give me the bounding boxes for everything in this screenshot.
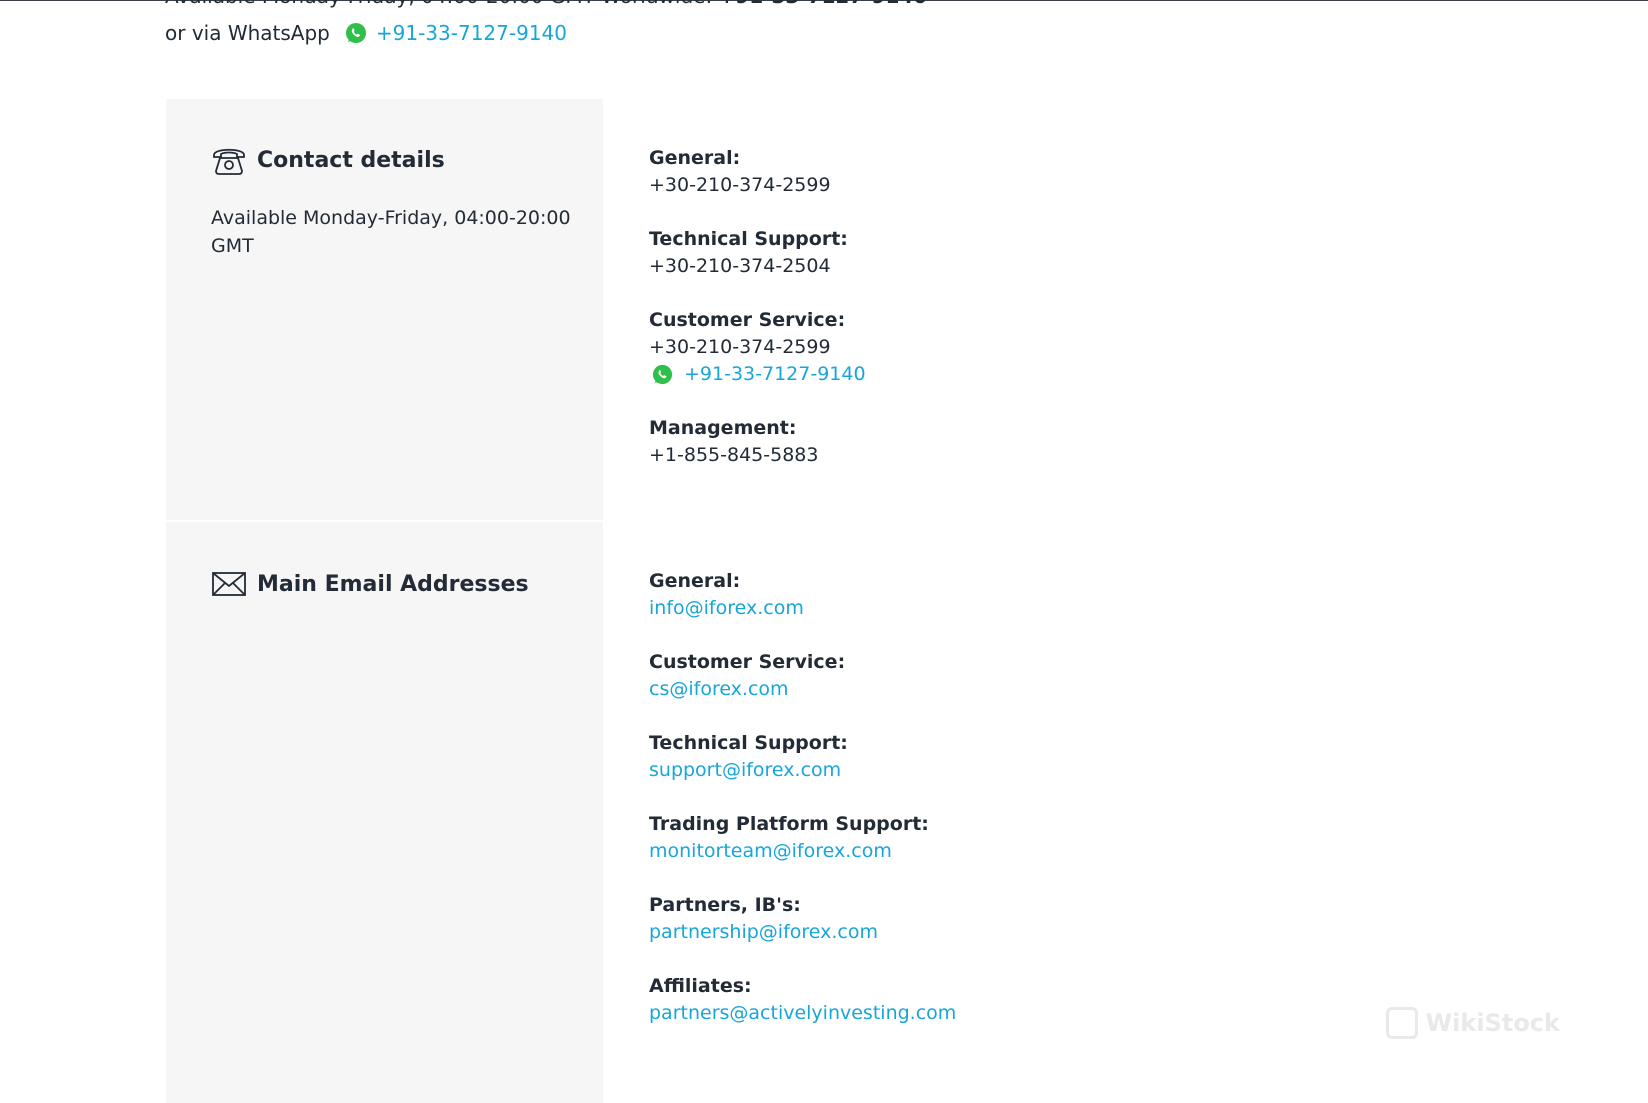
email-link-general[interactable]: info@iforex.com [649, 595, 1349, 622]
email-entry-partners: Partners, IB's: partnership@iforex.com [649, 892, 1349, 946]
intro-whatsapp-line: or via WhatsApp +91-33-7127-9140 [165, 20, 567, 46]
contact-availability: Available Monday-Friday, 04:00-20:00 GMT [211, 207, 571, 257]
email-link-customer-service[interactable]: cs@iforex.com [649, 676, 1349, 703]
email-entry-technical-support: Technical Support: support@iforex.com [649, 730, 1349, 784]
contact-entries: General: +30-210-374-2599 Technical Supp… [649, 145, 1349, 496]
contact-entry-technical-support: Technical Support: +30-210-374-2504 [649, 228, 848, 277]
email-link-partners[interactable]: partnership@iforex.com [649, 919, 1349, 946]
contact-entry-general: General: +30-210-374-2599 [649, 147, 831, 196]
email-entries: General: info@iforex.com Customer Servic… [649, 568, 1349, 1054]
intro-whatsapp-link[interactable]: +91-33-7127-9140 [376, 20, 567, 46]
whatsapp-icon [345, 23, 366, 43]
email-entry-customer-service: Customer Service: cs@iforex.com [649, 649, 1349, 703]
customer-service-whatsapp-row: +91-33-7127-9140 [649, 361, 1349, 388]
envelope-icon [212, 572, 246, 596]
email-entry-trading-platform-support: Trading Platform Support: monitorteam@if… [649, 811, 1349, 865]
email-link-trading-platform-support[interactable]: monitorteam@iforex.com [649, 838, 1349, 865]
email-entry-affiliates: Affiliates: partners@activelyinvesting.c… [649, 973, 1349, 1027]
contact-details-heading: Contact details [211, 144, 445, 176]
contact-entry-management: Management: +1-855-845-5883 [649, 417, 819, 466]
whatsapp-icon [652, 364, 673, 385]
watermark-logo-icon [1385, 1007, 1418, 1039]
email-entry-general: General: info@iforex.com [649, 568, 1349, 622]
intro-hours-line: Available Monday-Friday, 04:00-20:00 GMT… [165, 0, 927, 8]
telephone-icon [213, 148, 245, 175]
intro-hours-phone: +91-33-7127-9140 [719, 0, 928, 8]
watermark: WikiStock [1385, 1007, 1560, 1039]
customer-service-whatsapp-link[interactable]: +91-33-7127-9140 [684, 361, 866, 388]
email-link-affiliates[interactable]: partners@activelyinvesting.com [649, 1000, 1349, 1027]
contact-entry-customer-service: Customer Service: +30-210-374-2599 +91-3… [649, 307, 1349, 388]
email-addresses-panel [166, 522, 603, 1103]
email-link-technical-support[interactable]: support@iforex.com [649, 757, 1349, 784]
email-addresses-heading: Main Email Addresses [211, 568, 529, 600]
whatsapp-prefix: or via WhatsApp [165, 21, 330, 45]
